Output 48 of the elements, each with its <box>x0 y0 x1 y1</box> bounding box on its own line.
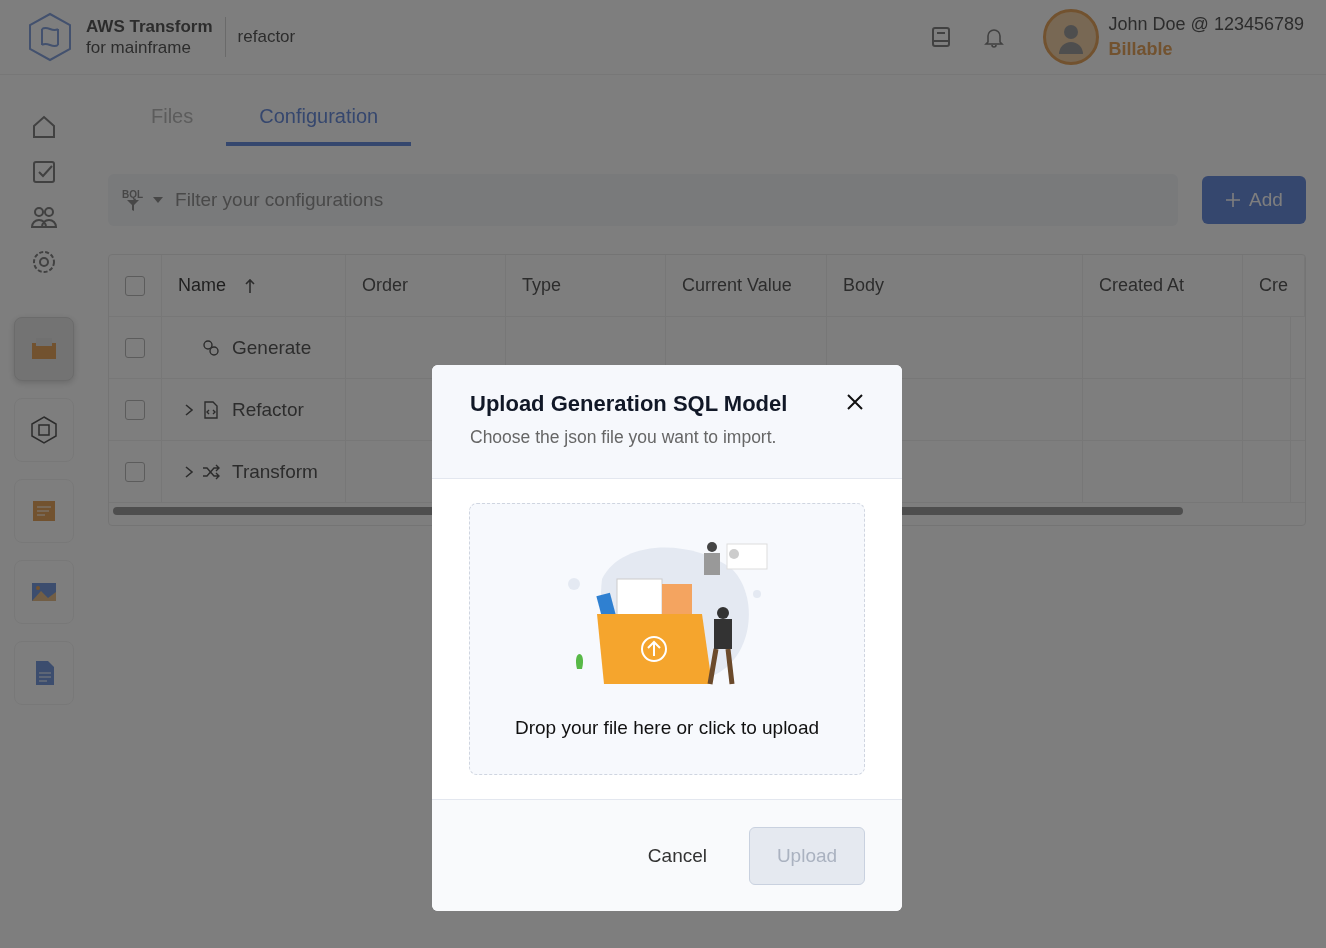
file-dropzone[interactable]: Drop your file here or click to upload <box>469 503 865 775</box>
project-name: refactor <box>237 27 296 47</box>
column-header[interactable]: Type <box>506 255 666 316</box>
logo-icon <box>26 11 74 63</box>
cancel-button[interactable]: Cancel <box>641 843 713 868</box>
dialog-title: Upload Generation SQL Model <box>470 391 789 417</box>
product-name: AWS Transform <box>86 16 213 37</box>
hexagon-icon <box>28 414 60 446</box>
images-app-tile[interactable] <box>14 560 74 624</box>
column-header[interactable]: Name <box>162 255 346 316</box>
notes-app-tile[interactable] <box>14 479 74 543</box>
column-header[interactable]: Body <box>827 255 1083 316</box>
hexagon-app-tile[interactable] <box>14 398 74 462</box>
column-header[interactable]: Order <box>346 255 506 316</box>
user-name: John Doe @ 123456789 <box>1108 13 1304 36</box>
plus-icon <box>1225 192 1242 208</box>
select-all-checkbox[interactable] <box>125 275 145 296</box>
notification-bell-icon[interactable] <box>982 26 1005 48</box>
column-header[interactable]: Cre <box>1243 255 1305 316</box>
dropzone-text: Drop your file here or click to upload <box>514 717 820 739</box>
caret-icon[interactable] <box>153 197 164 203</box>
row-checkbox[interactable] <box>125 399 145 420</box>
close-icon[interactable] <box>846 393 864 411</box>
row-checkbox[interactable] <box>125 461 145 482</box>
gears-icon <box>202 338 220 357</box>
row-name: Transform <box>232 460 318 483</box>
home-icon[interactable] <box>30 113 58 141</box>
code-file-icon <box>202 400 220 419</box>
plan-label: Billable <box>1108 38 1174 61</box>
filter-icon <box>126 199 139 211</box>
shuffle-icon <box>202 462 220 481</box>
tab[interactable]: Configuration <box>226 93 412 146</box>
sort-arrow-icon[interactable] <box>244 277 256 294</box>
column-header[interactable]: Created At <box>1083 255 1243 316</box>
document-app-tile[interactable] <box>14 641 74 705</box>
row-name: Refactor <box>232 398 304 421</box>
checkbox-icon[interactable] <box>30 158 58 186</box>
row-checkbox[interactable] <box>125 337 145 358</box>
column-header[interactable]: Current Value <box>666 255 827 316</box>
dialog-subtitle: Choose the json file you want to import. <box>470 427 778 448</box>
product-subtitle: for mainframe <box>86 37 192 58</box>
chevron-right-icon[interactable] <box>184 464 194 479</box>
folder-app-tile[interactable] <box>14 317 74 381</box>
add-button[interactable]: Add <box>1202 176 1306 224</box>
settings-icon[interactable] <box>30 248 58 276</box>
chevron-right-icon[interactable] <box>184 402 194 417</box>
row-name: Generate <box>232 336 312 359</box>
book-icon[interactable] <box>930 26 951 48</box>
